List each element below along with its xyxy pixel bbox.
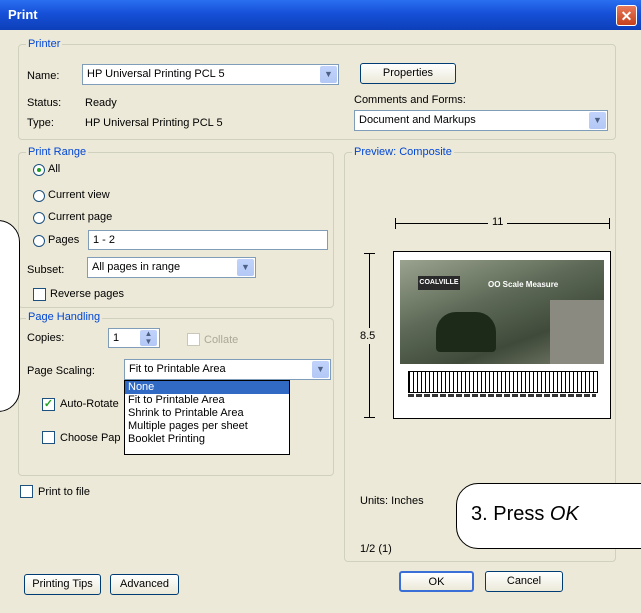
printer-name-label: Name: — [27, 70, 60, 82]
radio-current-page-label[interactable]: Current page — [48, 211, 112, 223]
close-icon: ✕ — [620, 8, 633, 24]
comments-forms-select[interactable]: Document and Markups ▼ — [354, 110, 608, 131]
radio-all-label[interactable]: All — [48, 163, 60, 175]
subset-label: Subset: — [27, 264, 65, 276]
radio-current-page[interactable] — [33, 212, 45, 224]
chevron-down-icon: ▼ — [589, 112, 606, 129]
page-scaling-value: Fit to Printable Area — [129, 363, 226, 375]
page-indicator: 1/2 (1) — [360, 543, 392, 555]
scale-ruler — [408, 371, 598, 393]
title-bar — [0, 0, 641, 30]
preview-caption: OO Scale Measure — [488, 280, 559, 289]
preview-legend: Preview: Composite — [352, 146, 454, 158]
preview-page: COALVILLE OO Scale Measure — [393, 251, 611, 419]
callout-text-emph: OK — [549, 503, 579, 525]
ok-button[interactable]: OK — [399, 571, 474, 592]
printing-tips-button[interactable]: Printing Tips — [24, 574, 101, 595]
pages-input[interactable]: 1 - 2 — [88, 230, 328, 250]
width-tick-left — [395, 218, 396, 229]
width-tick-right — [609, 218, 610, 229]
print-to-file-checkbox[interactable] — [20, 485, 33, 498]
reverse-pages-label[interactable]: Reverse pages — [50, 288, 124, 300]
left-callout-bubble — [0, 220, 20, 412]
width-label: 11 — [488, 216, 508, 228]
copies-stepper[interactable]: 1 ▲ ▼ — [108, 328, 160, 348]
window-title: Print — [8, 7, 38, 22]
auto-rotate-checkbox[interactable]: ✓ — [42, 398, 55, 411]
press-ok-callout: 3. Press OK — [456, 483, 641, 549]
choose-paper-checkbox[interactable] — [42, 431, 55, 444]
close-button[interactable]: ✕ — [616, 5, 637, 26]
page-scaling-select[interactable]: Fit to Printable Area ▼ — [124, 359, 331, 380]
copies-label: Copies: — [27, 332, 65, 344]
subset-value: All pages in range — [92, 261, 181, 273]
page-scaling-label: Page Scaling: — [27, 365, 95, 377]
comments-forms-label: Comments and Forms: — [354, 94, 466, 106]
radio-selected-dot — [37, 168, 41, 172]
radio-pages[interactable] — [33, 235, 45, 247]
status-label: Status: — [27, 97, 62, 109]
print-range-legend: Print Range — [26, 146, 89, 158]
locomotive-shape — [436, 312, 496, 352]
properties-button[interactable]: Properties — [360, 63, 456, 84]
height-tick-top — [364, 253, 375, 254]
callout-text: 3. Press OK — [471, 503, 579, 526]
type-value: HP Universal Printing PCL 5 — [85, 117, 223, 129]
choose-paper-label[interactable]: Choose Pap — [60, 432, 121, 444]
rock-shape — [550, 300, 604, 364]
brand-logo: COALVILLE — [418, 276, 460, 290]
radio-all[interactable] — [33, 164, 45, 176]
height-tick-bottom — [364, 417, 375, 418]
comments-forms-value: Document and Markups — [359, 114, 476, 126]
chevron-down-icon: ▼ — [320, 66, 337, 83]
printer-name-value: HP Universal Printing PCL 5 — [87, 68, 225, 80]
printer-name-select[interactable]: HP Universal Printing PCL 5 ▼ — [82, 64, 339, 85]
cancel-button[interactable]: Cancel — [485, 571, 563, 592]
reverse-pages-checkbox[interactable] — [33, 288, 46, 301]
scaling-option-fit[interactable]: Fit to Printable Area — [125, 394, 289, 407]
pages-input-value: 1 - 2 — [93, 234, 116, 246]
callout-text-prefix: 3. Press — [471, 503, 550, 525]
height-label: 8.5 — [360, 328, 376, 344]
collate-checkbox[interactable] — [187, 333, 200, 346]
radio-current-view[interactable] — [33, 190, 45, 202]
chevron-down-icon: ▼ — [237, 259, 254, 276]
page-handling-legend: Page Handling — [26, 311, 103, 323]
status-value: Ready — [85, 97, 117, 109]
collate-label[interactable]: Collate — [204, 334, 238, 346]
scaling-option-multiple[interactable]: Multiple pages per sheet — [125, 420, 289, 433]
page-scaling-dropdown[interactable]: None Fit to Printable Area Shrink to Pri… — [124, 380, 290, 455]
chevron-down-icon: ▼ — [312, 361, 329, 378]
copies-value: 1 — [113, 332, 120, 344]
printer-legend: Printer — [26, 38, 63, 50]
scaling-option-shrink[interactable]: Shrink to Printable Area — [125, 407, 289, 420]
advanced-button[interactable]: Advanced — [110, 574, 179, 595]
scaling-option-booklet[interactable]: Booklet Printing — [125, 433, 289, 446]
scaling-option-none[interactable]: None — [125, 381, 289, 394]
type-label: Type: — [27, 117, 54, 129]
spin-arrows-icon[interactable]: ▲ ▼ — [140, 330, 157, 346]
units-label: Units: Inches — [360, 495, 424, 507]
radio-pages-label[interactable]: Pages — [48, 234, 79, 246]
preview-photo: COALVILLE OO Scale Measure — [400, 260, 604, 364]
print-to-file-label[interactable]: Print to file — [38, 486, 90, 498]
subset-select[interactable]: All pages in range ▼ — [87, 257, 256, 278]
auto-rotate-label[interactable]: Auto-Rotate — [60, 398, 119, 410]
scale-ruler-text — [408, 394, 596, 397]
radio-current-view-label[interactable]: Current view — [48, 189, 110, 201]
